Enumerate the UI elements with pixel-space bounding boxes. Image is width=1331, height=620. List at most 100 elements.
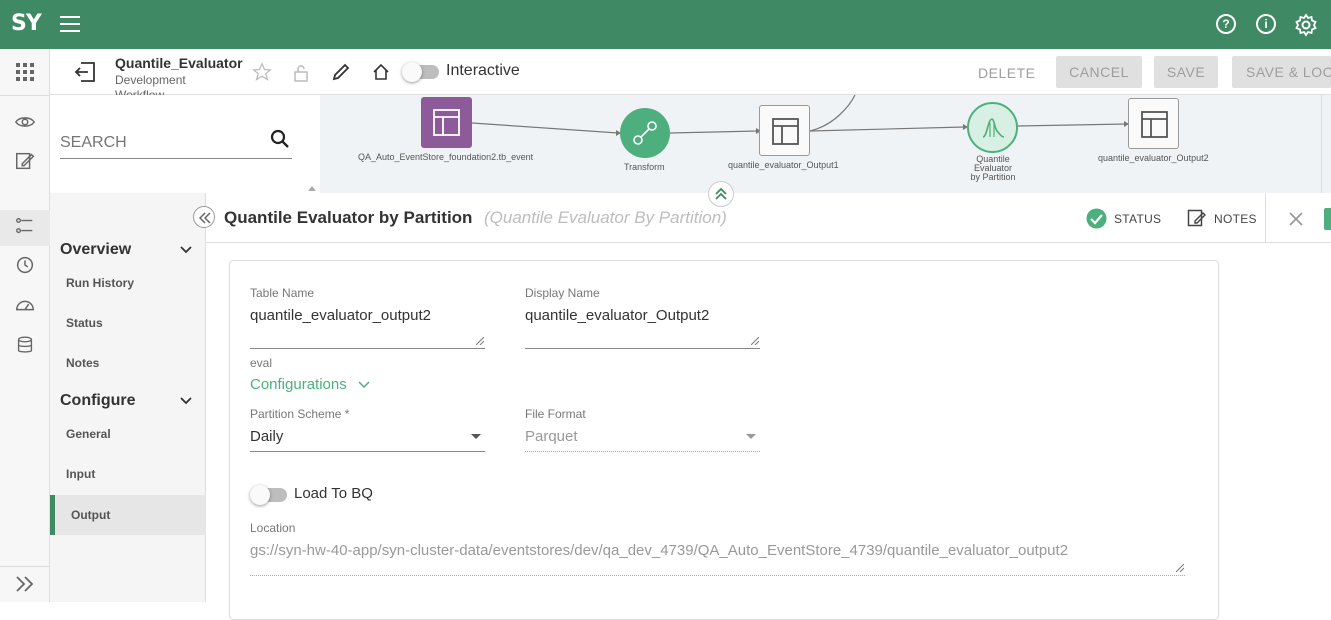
menu-icon[interactable] — [60, 16, 80, 32]
info-icon[interactable]: i — [1256, 14, 1276, 34]
location-field[interactable]: gs://syn-hw-40-app/syn-cluster-data/even… — [250, 542, 1068, 559]
search-input[interactable] — [60, 127, 292, 159]
sidebar-item-label: Output — [71, 508, 111, 522]
node-label: quantile_evaluator_Output1 — [728, 160, 839, 170]
canvas-edge — [1321, 95, 1331, 193]
clock-icon[interactable] — [14, 254, 36, 276]
save-button[interactable]: SAVE — [1154, 56, 1218, 88]
edit-note-icon[interactable] — [14, 150, 36, 172]
table-name-field[interactable]: quantile_evaluator_output2 — [250, 307, 431, 324]
field-underline — [250, 348, 485, 349]
chevron-down-icon[interactable] — [358, 380, 370, 390]
workflow-icon[interactable] — [14, 215, 36, 237]
table-icon — [1141, 111, 1168, 138]
overview-section[interactable]: Overview — [60, 241, 131, 259]
sidebar-item-notes[interactable]: Notes — [66, 356, 99, 370]
dashboard-icon[interactable] — [14, 294, 36, 316]
eye-icon[interactable] — [14, 111, 36, 133]
node-label: Quantile Evaluator by Partition — [970, 154, 1016, 182]
apps-grid-icon[interactable] — [15, 62, 35, 82]
exit-icon[interactable] — [74, 61, 96, 83]
lock-icon[interactable] — [293, 64, 309, 82]
notes-button[interactable]: NOTES — [1214, 212, 1257, 226]
output-config-card: Table Name quantile_evaluator_output2 Di… — [229, 260, 1219, 620]
file-format-label: File Format — [525, 407, 586, 421]
collapse-canvas-button[interactable] — [708, 181, 734, 207]
status-check-icon[interactable] — [1086, 208, 1107, 229]
node-label: QA_Auto_EventStore_foundation2.tb_event — [358, 152, 534, 162]
status-button[interactable]: STATUS — [1114, 212, 1161, 226]
sidebar-item-general[interactable]: General — [66, 427, 111, 441]
partition-scheme-label: Partition Scheme * — [250, 407, 350, 421]
file-format-select[interactable]: Parquet — [525, 428, 578, 445]
load-to-bq-label: Load To BQ — [294, 485, 373, 502]
dropdown-caret-icon[interactable] — [746, 434, 756, 439]
field-underline — [250, 451, 485, 452]
confirm-button[interactable] — [1324, 208, 1331, 230]
cancel-button[interactable]: CANCEL — [1056, 56, 1142, 88]
chevron-down-icon[interactable] — [180, 244, 192, 256]
resize-handle-icon[interactable] — [476, 337, 484, 345]
display-name-field[interactable]: quantile_evaluator_Output2 — [525, 307, 709, 324]
resize-handle-icon[interactable] — [1176, 564, 1184, 572]
double-chevron-left-icon — [199, 212, 211, 224]
table-icon — [772, 118, 799, 145]
save-lock-button[interactable]: SAVE & LOCK — [1232, 56, 1331, 88]
location-label: Location — [250, 521, 296, 535]
resize-handle-icon[interactable] — [751, 337, 759, 345]
sidebar-item-run-history[interactable]: Run History — [66, 276, 134, 290]
node-search-area — [50, 95, 320, 193]
field-underline — [525, 451, 760, 452]
collapse-sidebar-button[interactable] — [193, 206, 215, 228]
interactive-label: Interactive — [446, 62, 520, 79]
node-label: Transform — [624, 162, 665, 172]
delete-button[interactable]: DELETE — [978, 65, 1035, 81]
panel-sidebar: Overview Run History Status Notes Config… — [50, 193, 206, 602]
node-label: quantile_evaluator_Output2 — [1098, 153, 1209, 163]
chevron-down-icon[interactable] — [180, 395, 192, 407]
sidebar-item-output[interactable]: Output — [50, 495, 206, 535]
pencil-icon[interactable] — [331, 62, 351, 82]
settings-icon[interactable] — [1294, 13, 1318, 37]
panel-header: Quantile Evaluator by Partition (Quantil… — [206, 193, 1331, 243]
display-name-label: Display Name — [525, 286, 600, 300]
scroll-up-icon[interactable] — [308, 185, 316, 191]
field-underline — [525, 348, 760, 349]
dropdown-caret-icon[interactable] — [471, 434, 481, 439]
output2-node[interactable] — [1128, 98, 1179, 149]
notes-icon[interactable] — [1187, 209, 1206, 227]
properties-panel: Quantile Evaluator by Partition (Quantil… — [206, 193, 1331, 620]
search-icon[interactable] — [270, 129, 290, 149]
configurations-dropdown[interactable]: Configurations — [250, 376, 347, 393]
transform-icon — [633, 121, 657, 145]
workflow-header: Quantile_Evaluator Development Workflow … — [50, 49, 1331, 95]
expand-rail-icon[interactable] — [15, 575, 35, 593]
transform-node[interactable] — [620, 108, 670, 158]
configure-section[interactable]: Configure — [60, 392, 136, 410]
left-rail — [0, 49, 50, 602]
sidebar-item-input[interactable]: Input — [66, 467, 95, 481]
home-icon[interactable] — [372, 63, 390, 81]
quantile-node[interactable] — [967, 102, 1018, 153]
table-name-label: Table Name — [250, 286, 315, 300]
interactive-toggle[interactable] — [402, 62, 439, 82]
top-bar: SY ? i — [0, 0, 1331, 49]
partition-scheme-select[interactable]: Daily — [250, 428, 283, 445]
panel-subtitle: (Quantile Evaluator By Partition) — [484, 208, 727, 227]
quantile-chart-icon — [982, 118, 1005, 138]
divider — [1265, 193, 1266, 243]
star-icon[interactable] — [252, 62, 272, 82]
help-icon[interactable]: ? — [1216, 14, 1236, 34]
source-node[interactable] — [421, 97, 472, 148]
close-icon[interactable] — [1289, 212, 1303, 226]
workflow-canvas[interactable]: QA_Auto_EventStore_foundation2.tb_event … — [320, 95, 1331, 193]
workflow-title: Quantile_Evaluator — [115, 55, 243, 71]
app-logo: SY — [11, 11, 42, 36]
workflow-subtitle: Development Workflow — [115, 73, 186, 95]
output1-node[interactable] — [759, 105, 810, 156]
load-to-bq-toggle[interactable] — [250, 485, 287, 505]
database-icon[interactable] — [14, 334, 36, 356]
sidebar-item-status[interactable]: Status — [66, 316, 103, 330]
eval-label: eval — [250, 356, 273, 370]
table-icon — [433, 109, 460, 136]
